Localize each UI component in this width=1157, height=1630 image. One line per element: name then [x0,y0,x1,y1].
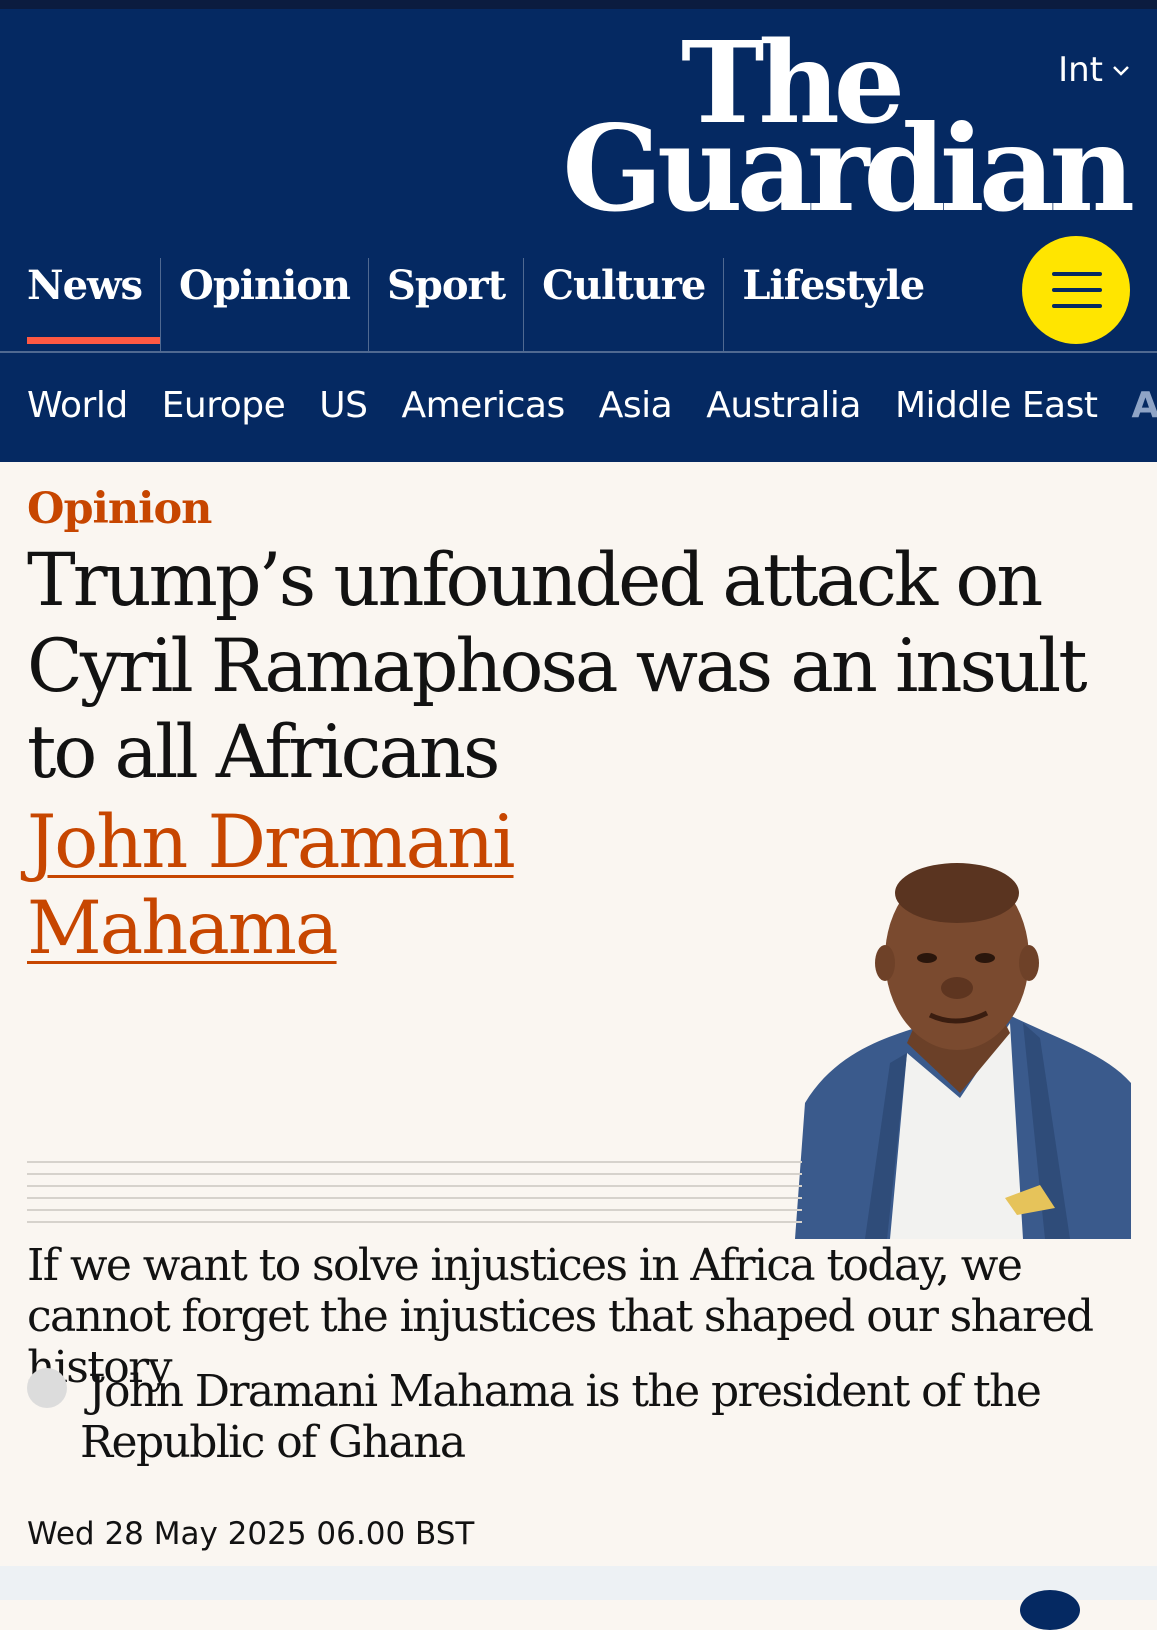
logo-line-guardian: Guardian [562,110,1129,228]
chevron-down-icon [1111,60,1131,80]
decorative-rule-lines [27,1160,802,1232]
subnav-item-us[interactable]: US [319,385,367,426]
article-headline: Trump’s unfounded attack on Cyril Ramaph… [27,538,1137,796]
pillar-culture[interactable]: Culture [523,258,723,352]
bottom-band [0,1566,1157,1600]
byline-line: John Dramani [27,800,514,886]
pillar-sport[interactable]: Sport [368,258,523,352]
byline-link[interactable]: John Dramani Mahama [27,800,514,972]
subnav-item-africa[interactable]: Afri [1132,385,1157,426]
subnav-item-americas[interactable]: Americas [401,385,564,426]
byline-line: Mahama [27,886,514,972]
pillar-news[interactable]: News [0,258,160,352]
nav-divider [0,351,1157,353]
publish-date: Wed 28 May 2025 06.00 BST [27,1516,474,1552]
contributor-line: John Dramani Mahama is the president of … [88,1366,1080,1417]
subnav-item-europe[interactable]: Europe [162,385,286,426]
subnav-item-world[interactable]: World [27,385,128,426]
section-kicker[interactable]: Opinion [27,484,211,534]
pillar-opinion[interactable]: Opinion [160,258,368,352]
top-strip [0,0,1157,9]
guardian-logo[interactable]: The Guardian [569,28,1129,228]
hamburger-icon-bar [1052,304,1102,308]
contributor-dot-icon [27,1368,67,1408]
masthead: The Guardian Int News Opinion Sport Cult… [0,0,1157,462]
edition-switcher[interactable]: Int [1058,50,1131,90]
subnav: World Europe US Americas Asia Australia … [27,385,1157,426]
hamburger-icon-bar [1052,272,1102,276]
contributor-bio: John Dramani Mahama is the president of … [80,1366,1080,1468]
bottom-edge-element [1020,1590,1080,1630]
subnav-item-asia[interactable]: Asia [599,385,672,426]
author-portrait [795,863,1131,1239]
edition-label: Int [1058,50,1103,90]
pillar-lifestyle[interactable]: Lifestyle [723,258,942,352]
subnav-item-australia[interactable]: Australia [706,385,861,426]
pillar-nav: News Opinion Sport Culture Lifestyle [0,258,942,352]
contributor-line: Republic of Ghana [80,1417,1080,1468]
menu-button[interactable] [1022,236,1130,344]
subnav-item-middle-east[interactable]: Middle East [895,385,1098,426]
hamburger-icon-bar [1052,288,1102,292]
